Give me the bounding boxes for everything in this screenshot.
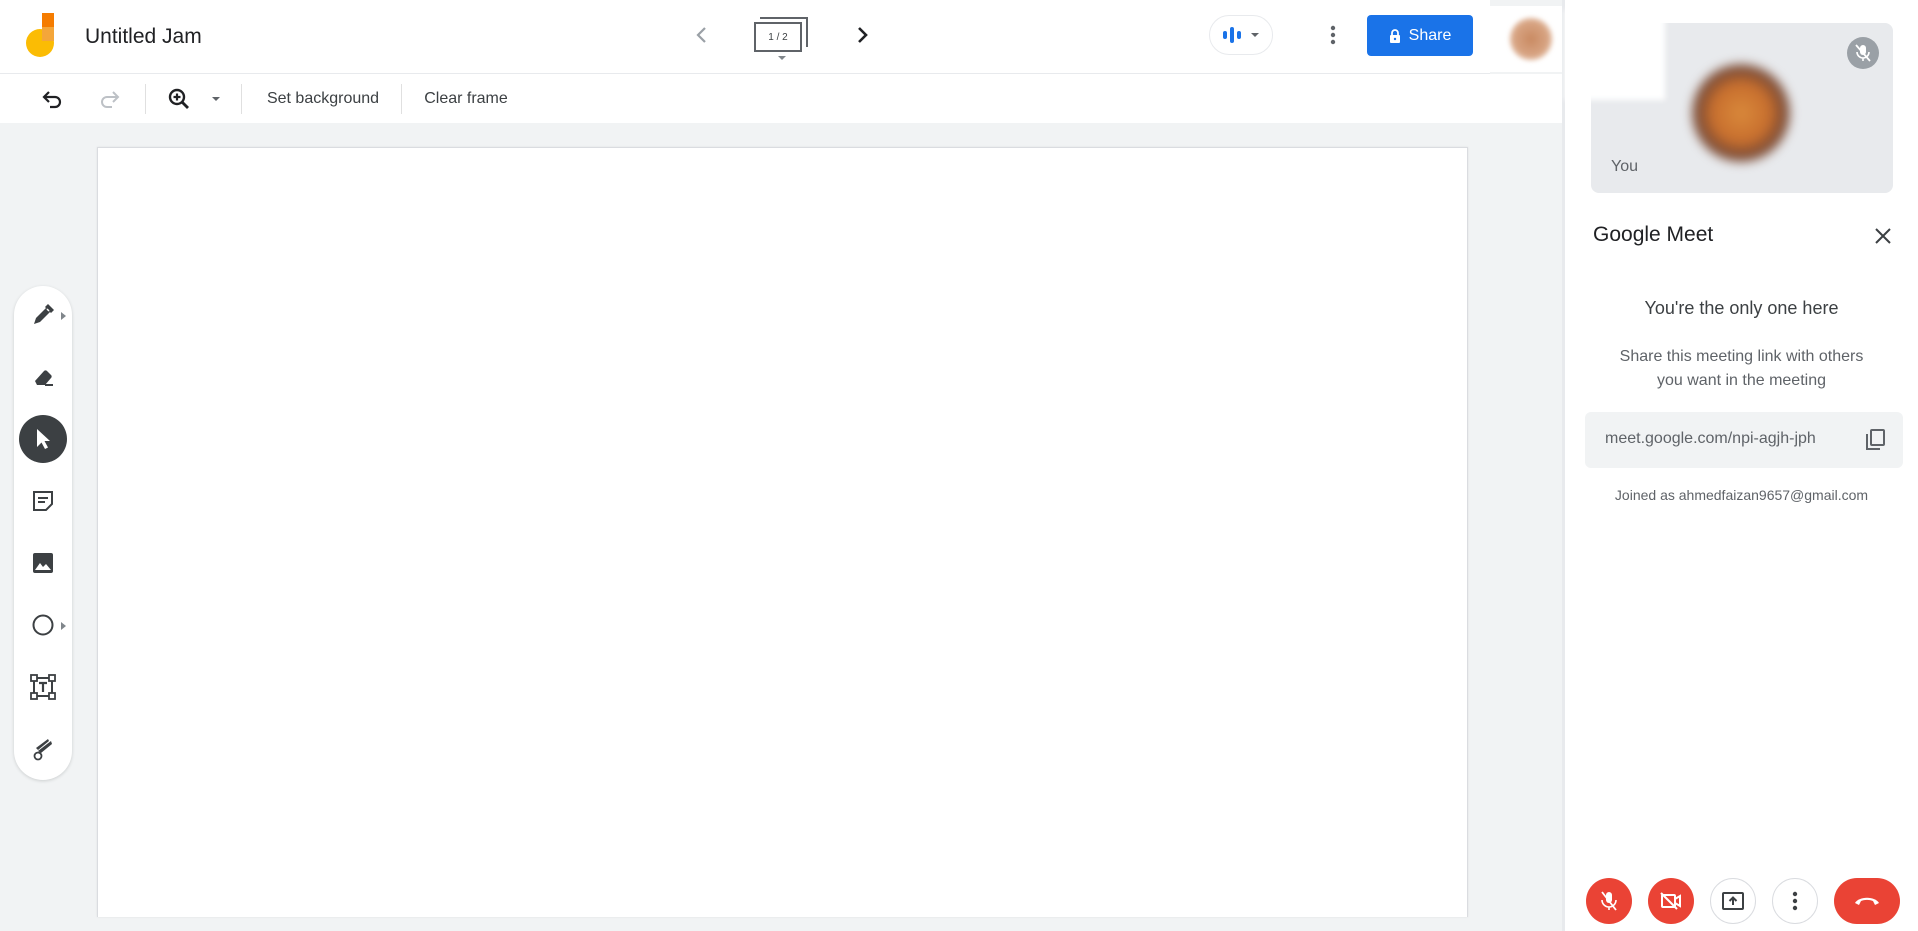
meet-side-panel: You Google Meet You're the only one here… xyxy=(1565,0,1918,931)
zoom-menu-button[interactable] xyxy=(206,82,226,116)
caret-down-icon xyxy=(212,97,220,101)
image-icon xyxy=(33,553,53,573)
undo-icon xyxy=(42,91,62,109)
meeting-link-box: meet.google.com/npi-agjh-jph xyxy=(1585,412,1903,468)
more-options-button[interactable] xyxy=(1318,18,1348,52)
text-box-tool[interactable] xyxy=(19,663,67,711)
toolbar-divider xyxy=(145,84,146,114)
videocam-off-icon xyxy=(1660,892,1681,910)
copy-link-button[interactable] xyxy=(1859,424,1891,456)
copy-icon xyxy=(1866,429,1885,450)
self-muted-badge xyxy=(1847,37,1879,69)
undo-button[interactable] xyxy=(36,82,70,116)
top-app-bar: Untitled Jam 1 / 2 Share xyxy=(0,0,1490,74)
account-avatar[interactable] xyxy=(1490,6,1572,72)
leave-call-button[interactable] xyxy=(1834,878,1900,924)
more-vert-icon xyxy=(1330,25,1336,45)
zoom-in-icon xyxy=(168,88,189,109)
sticky-note-icon xyxy=(33,491,53,511)
more-vert-icon xyxy=(1792,891,1798,911)
voice-bars-icon xyxy=(1223,27,1241,43)
sticky-note-tool[interactable] xyxy=(19,477,67,525)
next-frame-button[interactable] xyxy=(850,20,874,50)
tool-palette xyxy=(14,286,72,780)
frame-bar-toggle[interactable]: 1 / 2 xyxy=(752,15,810,61)
toolbar-divider xyxy=(401,84,402,114)
alone-heading: You're the only one here xyxy=(1644,298,1839,318)
document-title[interactable]: Untitled Jam xyxy=(85,25,202,49)
zoom-button[interactable] xyxy=(162,82,196,116)
shape-tool[interactable] xyxy=(19,601,67,649)
close-icon xyxy=(1875,228,1891,244)
mic-off-icon xyxy=(1601,891,1617,911)
eraser-icon xyxy=(35,370,53,386)
previous-frame-button[interactable] xyxy=(690,20,714,50)
self-avatar xyxy=(1691,63,1791,163)
set-background-button[interactable]: Set background xyxy=(253,82,393,116)
mic-off-icon xyxy=(1855,44,1871,62)
meeting-link[interactable]: meet.google.com/npi-agjh-jph xyxy=(1605,430,1816,448)
eraser-tool[interactable] xyxy=(19,353,67,401)
jamboard-app: Untitled Jam 1 / 2 Share Set background … xyxy=(0,0,1572,931)
chevron-down-icon xyxy=(778,56,786,60)
toolbar-divider xyxy=(241,84,242,114)
toggle-camera-button[interactable] xyxy=(1648,878,1694,924)
submenu-caret-icon xyxy=(61,622,66,630)
share-hint-text: Share this meeting link with others you … xyxy=(1619,348,1864,389)
more-call-options-button[interactable] xyxy=(1772,878,1818,924)
circle-icon xyxy=(32,614,54,636)
self-label: You xyxy=(1611,158,1638,175)
avatar-image xyxy=(1509,17,1553,61)
present-screen-button[interactable] xyxy=(1710,878,1756,924)
joined-as-text: Joined as ahmedfaizan9657@gmail.com xyxy=(1614,487,1869,503)
redo-button[interactable] xyxy=(92,82,126,116)
marker-icon xyxy=(34,304,54,324)
lock-icon xyxy=(1389,28,1400,43)
redo-icon xyxy=(101,91,120,108)
frame-indicator: 1 / 2 xyxy=(754,22,802,52)
share-label: Share xyxy=(1408,26,1452,44)
image-tool[interactable] xyxy=(19,539,67,587)
submenu-caret-icon xyxy=(61,312,66,320)
laser-icon xyxy=(33,739,52,761)
text-box-icon xyxy=(30,674,56,700)
select-tool[interactable] xyxy=(19,415,67,463)
laser-tool[interactable] xyxy=(19,725,67,773)
cursor-icon xyxy=(37,429,50,449)
share-button[interactable]: Share xyxy=(1367,15,1473,56)
toggle-microphone-button[interactable] xyxy=(1586,878,1632,924)
blurred-region xyxy=(1565,10,1665,100)
call-end-icon xyxy=(1855,897,1879,905)
edit-toolbar: Set background Clear frame xyxy=(0,74,1564,123)
chevron-left-icon xyxy=(696,27,706,43)
panel-title: Google Meet xyxy=(1593,223,1714,246)
call-controls xyxy=(1565,878,1918,926)
clear-frame-button[interactable]: Clear frame xyxy=(412,82,520,116)
jamboard-logo-icon xyxy=(26,13,54,57)
present-screen-icon xyxy=(1722,892,1744,910)
meet-audio-button[interactable] xyxy=(1209,15,1273,55)
close-panel-button[interactable] xyxy=(1867,220,1899,252)
pen-tool[interactable] xyxy=(19,291,67,339)
caret-down-icon xyxy=(1251,33,1259,37)
jam-frame-canvas[interactable] xyxy=(97,147,1468,917)
chevron-right-icon xyxy=(858,27,868,43)
